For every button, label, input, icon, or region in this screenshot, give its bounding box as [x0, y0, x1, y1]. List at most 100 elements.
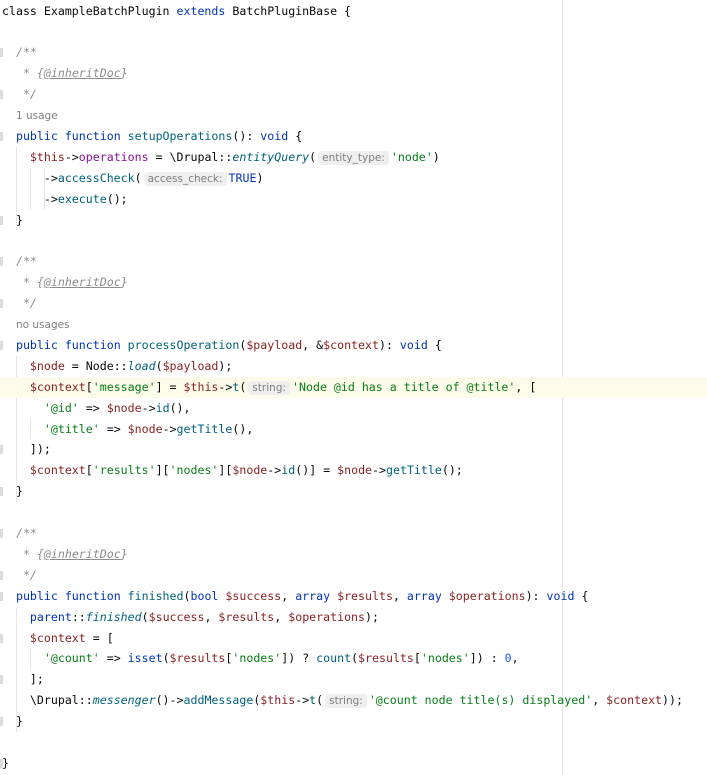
code-token-plain: ( [309, 149, 317, 164]
code-token-plain: (): [232, 128, 261, 143]
code-line[interactable]: '@count' => isset($results['nodes']) ? c… [2, 648, 519, 669]
code-line[interactable]: */ [2, 293, 37, 314]
code-line[interactable]: '@id' => $node->id(), [2, 398, 191, 419]
code-token-plain: (), [169, 400, 191, 415]
code-line[interactable]: ->execute(); [2, 189, 128, 210]
code-token-plain: } [2, 212, 23, 227]
code-token-fni: messenger [92, 693, 156, 708]
code-token-kw: array [406, 588, 449, 603]
code-token-plain: -> [2, 191, 58, 206]
code-line[interactable]: 1 usage [2, 105, 58, 126]
code-line[interactable]: } [2, 481, 23, 502]
code-line[interactable]: $context['results']['nodes'][$node->id()… [2, 460, 463, 481]
code-line[interactable]: no usages [2, 314, 70, 335]
code-line[interactable]: } [2, 753, 9, 774]
code-token-plain: -> [372, 463, 386, 478]
code-token-var: $success [225, 588, 282, 603]
code-token-str: '@id' [43, 400, 79, 415]
code-line[interactable]: $this->operations = \Drupal::entityQuery… [2, 147, 440, 168]
code-editor[interactable]: class ExampleBatchPlugin extends BatchPl… [0, 0, 707, 775]
code-token-str: 'nodes' [232, 651, 282, 666]
code-line[interactable]: class ExampleBatchPlugin extends BatchPl… [2, 1, 351, 22]
code-token-plain: ) [256, 170, 264, 185]
code-line[interactable]: $context['message'] = $this->t(string: 'N… [0, 376, 707, 398]
code-token-plain: => [78, 400, 107, 415]
code-token-kw: array [295, 588, 338, 603]
code-token-plain: ( [162, 651, 170, 666]
code-token-cmt: * { [22, 275, 44, 290]
code-token-str: 'Node @id has a title of @title' [292, 379, 516, 394]
parameter-hint: string: [325, 694, 367, 709]
code-token-kw: void [260, 128, 296, 143]
code-token-var: $this [29, 149, 65, 164]
code-token-var: $payload [162, 358, 219, 373]
code-line[interactable]: parent::finished($success, $results, $op… [2, 607, 379, 628]
code-token-plain: (); [441, 463, 463, 478]
code-line[interactable]: /** [2, 42, 37, 63]
code-token-kw: public function [15, 588, 128, 603]
code-line[interactable]: $context = [ [2, 628, 114, 649]
code-line[interactable]: /** [2, 523, 37, 544]
code-token-var: $success [148, 609, 205, 624]
code-line[interactable]: * {@inheritDoc} [2, 544, 128, 565]
code-line[interactable]: '@title' => $node->getTitle(), [2, 419, 253, 440]
code-token-plain: ( [239, 379, 247, 394]
code-token-plain: { [581, 588, 589, 603]
parameter-hint: string: [248, 380, 291, 395]
code-token-plain: -> [2, 170, 58, 185]
code-token-plain: , [392, 588, 407, 603]
code-line[interactable]: $node = Node::load($payload); [2, 356, 232, 377]
code-line[interactable]: public function finished(bool $success, … [2, 586, 588, 607]
code-token-plain: \Drupal:: [2, 693, 93, 708]
code-token-var: $this [183, 379, 219, 394]
code-line[interactable]: ]; [2, 669, 44, 690]
code-line[interactable]: * {@inheritDoc} [2, 272, 128, 293]
code-token-cmt: */ [22, 567, 37, 582]
code-line[interactable]: */ [2, 565, 37, 586]
code-line[interactable]: public function processOperation($payloa… [2, 335, 442, 356]
code-token-plain: ()-> [155, 693, 184, 708]
usage-count-link[interactable]: no usages [16, 319, 70, 331]
code-token-plain: ]) : [469, 651, 505, 666]
code-line[interactable]: * {@inheritDoc} [2, 63, 128, 84]
code-token-plain: , [511, 651, 519, 666]
code-token-plain: -> [218, 379, 233, 394]
code-line[interactable]: ->accessCheck(access_check: TRUE) [2, 168, 263, 189]
code-token-var: $context [323, 337, 379, 352]
code-token-plain: class [2, 3, 44, 18]
code-line[interactable]: } [2, 711, 23, 732]
code-token-plain: [ [85, 379, 93, 394]
code-line[interactable]: } [2, 210, 23, 231]
code-token-cmt: } [120, 66, 128, 81]
code-token-var: $results [218, 609, 275, 624]
code-token-var: $node [127, 421, 163, 436]
code-token-var: $context [29, 630, 86, 645]
code-line[interactable]: public function setupOperations(): void … [2, 126, 302, 147]
code-line[interactable]: /** [2, 251, 37, 272]
code-line[interactable]: \Drupal::messenger()->addMessage ($this->… [2, 690, 683, 711]
code-token-fn: count [316, 651, 352, 666]
code-token-var: $node [106, 400, 142, 415]
code-token-plain: } [2, 484, 23, 499]
code-token-var: $this [260, 693, 296, 708]
code-token-fni: entityQuery [232, 149, 310, 164]
code-line[interactable]: */ [2, 84, 37, 105]
usage-count-link[interactable]: 1 usage [16, 110, 58, 122]
code-token-plain: ): [378, 337, 400, 352]
code-token-var: $results [169, 651, 226, 666]
code-token-cmt: /** [15, 254, 37, 269]
code-token-plain: :: [71, 609, 86, 624]
code-token-plain: ( [351, 651, 359, 666]
code-line[interactable]: ]); [2, 439, 51, 460]
